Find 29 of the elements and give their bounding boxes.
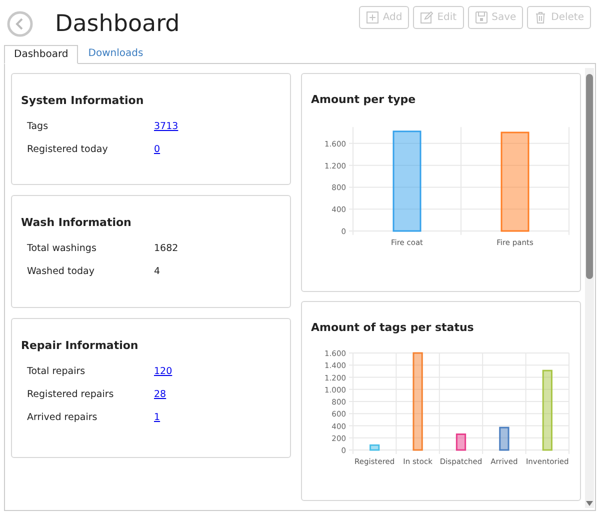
- field-label: Total washings: [27, 242, 98, 256]
- field-value: 1682: [154, 242, 178, 256]
- scrollbar[interactable]: [585, 68, 594, 508]
- pencil-icon: [420, 11, 434, 24]
- card-title: Wash Information: [21, 215, 132, 231]
- chart-title: Amount of tags per status: [311, 320, 475, 336]
- tab[interactable]: Downloads: [78, 44, 154, 63]
- field-label: Arrived repairs: [27, 410, 98, 425]
- value-link[interactable]: 120: [154, 364, 172, 380]
- field-label: Total repairs: [27, 364, 86, 379]
- back-icon[interactable]: [7, 11, 33, 37]
- field-value: 4: [154, 264, 160, 279]
- page-title: Dashboard: [55, 10, 180, 39]
- field-label: Tags: [27, 120, 50, 134]
- scrollbar-thumb[interactable]: [586, 74, 593, 279]
- card-title: Repair Information: [21, 338, 140, 354]
- tab[interactable]: Dashboard: [4, 45, 78, 64]
- value-link[interactable]: 1: [154, 410, 160, 426]
- scroll-down-icon[interactable]: [586, 501, 593, 506]
- add-icon: [366, 11, 379, 24]
- field-label: Washed today: [27, 264, 96, 279]
- value-link[interactable]: 0: [154, 142, 160, 158]
- value-link[interactable]: 28: [154, 388, 166, 402]
- value-link[interactable]: 3713: [154, 120, 178, 134]
- chart-title: Amount per type: [311, 92, 417, 108]
- trash-icon: [534, 11, 548, 24]
- field-label: Registered repairs: [27, 388, 115, 402]
- field-label: Registered today: [27, 142, 109, 157]
- card-title: System Information: [21, 93, 145, 109]
